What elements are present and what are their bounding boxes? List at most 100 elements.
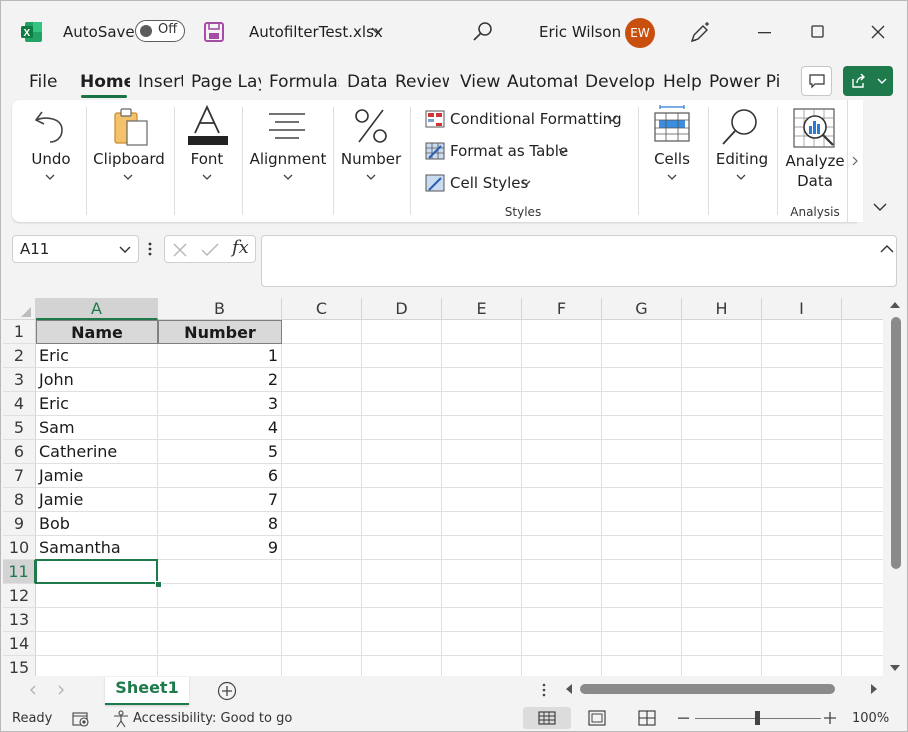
row-header[interactable]: 9 — [3, 512, 36, 536]
formula-input[interactable] — [261, 235, 897, 287]
save-icon[interactable] — [203, 21, 225, 43]
table-cell[interactable] — [762, 632, 842, 656]
table-cell[interactable]: 5 — [158, 440, 282, 464]
table-cell[interactable] — [158, 632, 282, 656]
table-cell[interactable] — [602, 536, 682, 560]
add-sheet-icon[interactable] — [217, 681, 237, 701]
table-cell[interactable] — [762, 320, 842, 344]
tab-file[interactable]: File — [29, 72, 59, 92]
table-cell[interactable] — [602, 392, 682, 416]
row-header[interactable]: 7 — [3, 464, 36, 488]
table-cell[interactable] — [442, 536, 522, 560]
table-cell[interactable] — [602, 656, 682, 676]
table-cell[interactable]: 9 — [158, 536, 282, 560]
table-cell[interactable] — [442, 608, 522, 632]
column-header[interactable]: G — [602, 298, 682, 320]
number-button[interactable]: Number — [337, 150, 405, 168]
table-cell[interactable] — [602, 344, 682, 368]
column-header[interactable]: E — [442, 298, 522, 320]
table-cell[interactable] — [522, 440, 602, 464]
table-cell[interactable] — [282, 512, 362, 536]
row-header[interactable]: 3 — [3, 368, 36, 392]
table-cell[interactable] — [36, 656, 158, 676]
table-cell[interactable] — [682, 488, 762, 512]
page-break-view-icon[interactable] — [638, 710, 656, 726]
table-cell[interactable] — [442, 320, 522, 344]
zoom-out-icon[interactable] — [678, 717, 690, 720]
table-cell[interactable] — [158, 608, 282, 632]
column-header[interactable]: I — [762, 298, 842, 320]
chevron-down-icon[interactable] — [736, 174, 746, 181]
table-cell[interactable] — [442, 584, 522, 608]
editing-button[interactable]: Editing — [711, 150, 773, 168]
table-cell[interactable] — [682, 392, 762, 416]
table-cell[interactable] — [522, 488, 602, 512]
search-icon[interactable] — [472, 21, 494, 43]
table-cell[interactable]: 7 — [158, 488, 282, 512]
table-cell[interactable] — [442, 392, 522, 416]
table-cell[interactable] — [282, 464, 362, 488]
table-cell[interactable]: 6 — [158, 464, 282, 488]
table-cell[interactable] — [522, 320, 602, 344]
table-cell[interactable]: Eric — [36, 344, 158, 368]
select-all-corner[interactable] — [3, 298, 36, 320]
table-cell[interactable] — [522, 560, 602, 584]
table-cell[interactable] — [282, 416, 362, 440]
table-cell[interactable] — [442, 368, 522, 392]
table-cell[interactable] — [682, 560, 762, 584]
table-cell[interactable] — [682, 464, 762, 488]
tab-developer[interactable]: Developer — [585, 72, 655, 92]
cancel-icon[interactable] — [173, 243, 187, 257]
table-cell[interactable] — [522, 536, 602, 560]
table-cell[interactable] — [282, 440, 362, 464]
table-cell[interactable] — [362, 656, 442, 676]
cell-styles-button[interactable]: Cell Styles — [450, 174, 528, 192]
column-header[interactable]: B — [158, 298, 282, 320]
analyze-data-button[interactable]: Analyze — [783, 152, 847, 170]
table-cell[interactable] — [282, 488, 362, 512]
table-cell[interactable] — [442, 344, 522, 368]
table-cell[interactable] — [762, 392, 842, 416]
table-cell[interactable] — [602, 368, 682, 392]
table-cell[interactable] — [842, 632, 883, 656]
table-cell[interactable] — [602, 488, 682, 512]
row-header[interactable]: 11 — [3, 560, 36, 584]
table-cell[interactable] — [522, 656, 602, 676]
table-cell[interactable] — [762, 656, 842, 676]
vertical-scroll-thumb[interactable] — [891, 317, 901, 569]
chevron-down-icon[interactable] — [521, 180, 531, 187]
table-cell[interactable] — [362, 632, 442, 656]
tab-view[interactable]: View — [460, 72, 500, 92]
cells-button[interactable]: Cells — [641, 150, 703, 168]
alignment-button[interactable]: Alignment — [246, 150, 330, 168]
format-as-table-button[interactable]: Format as Table — [450, 142, 568, 160]
chevron-down-icon[interactable] — [283, 174, 293, 181]
table-cell[interactable] — [522, 416, 602, 440]
chevron-down-icon[interactable] — [202, 174, 212, 181]
table-cell[interactable] — [362, 392, 442, 416]
collapse-formula-bar-icon[interactable] — [880, 244, 894, 253]
table-cell[interactable] — [842, 368, 883, 392]
share-button[interactable] — [843, 66, 893, 96]
table-cell[interactable]: 1 — [158, 344, 282, 368]
table-cell[interactable] — [442, 464, 522, 488]
minimize-icon[interactable] — [758, 31, 772, 35]
row-header[interactable]: 2 — [3, 344, 36, 368]
column-header[interactable]: H — [682, 298, 762, 320]
table-cell[interactable] — [362, 464, 442, 488]
table-cell[interactable]: Jamie — [36, 488, 158, 512]
comments-button[interactable] — [801, 66, 832, 96]
table-cell[interactable] — [282, 392, 362, 416]
table-cell[interactable] — [282, 632, 362, 656]
accessibility-status[interactable]: Accessibility: Good to go — [133, 711, 292, 726]
table-cell[interactable] — [362, 416, 442, 440]
table-cell[interactable] — [36, 608, 158, 632]
scroll-down-icon[interactable] — [889, 664, 901, 672]
table-cell[interactable] — [762, 608, 842, 632]
close-icon[interactable] — [871, 25, 885, 39]
table-cell[interactable] — [282, 608, 362, 632]
table-cell[interactable] — [362, 536, 442, 560]
table-cell[interactable] — [522, 512, 602, 536]
table-cell[interactable] — [682, 416, 762, 440]
table-cell[interactable]: Jamie — [36, 464, 158, 488]
